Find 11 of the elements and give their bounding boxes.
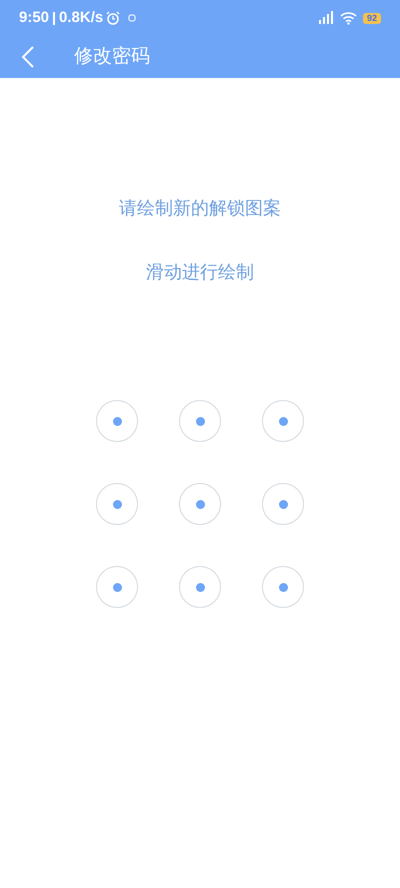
notification-icon: [128, 14, 136, 22]
status-time: 9:50: [19, 8, 50, 28]
wifi-icon: [340, 12, 357, 24]
signal-icon: [316, 11, 335, 25]
prompt-hint: 滑动进行绘制: [146, 261, 254, 284]
network-speed: 0.8K/s: [59, 8, 104, 28]
battery-indicator: 92: [362, 12, 381, 24]
prompt-title: 请绘制新的解锁图案: [119, 197, 281, 220]
alarm-icon: [106, 11, 120, 25]
back-icon: [22, 46, 34, 68]
page-title: 修改密码: [74, 44, 150, 69]
